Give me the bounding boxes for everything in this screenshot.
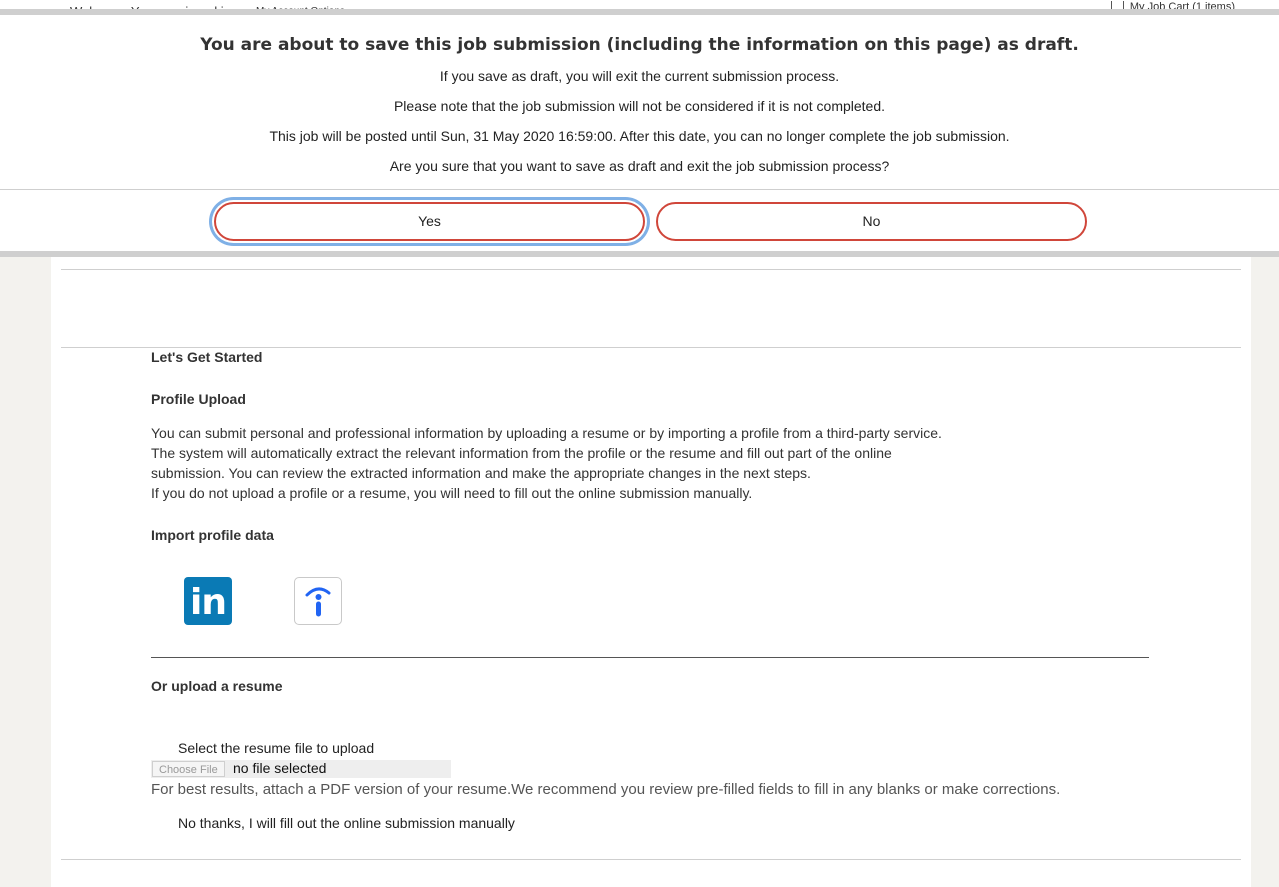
section-divider <box>151 657 1149 658</box>
indeed-logo-glyph <box>305 587 331 617</box>
resume-file-input[interactable]: Choose File no file selected <box>151 760 451 778</box>
choose-file-button[interactable]: Choose File <box>152 761 225 777</box>
file-status: no file selected <box>233 760 327 776</box>
description-line: You can submit personal and professional… <box>151 425 942 441</box>
save-draft-dialog: You are about to save this job submissio… <box>0 9 1279 257</box>
no-button[interactable]: No <box>656 202 1087 241</box>
profile-upload-heading: Profile Upload <box>151 391 246 407</box>
description-line: The system will automatically extract th… <box>151 445 892 461</box>
dialog-divider <box>0 189 1279 190</box>
description-line: If you do not upload a profile or a resu… <box>151 485 753 501</box>
dialog-line: This job will be posted until Sun, 31 Ma… <box>269 128 1010 144</box>
divider <box>61 859 1241 860</box>
resume-hint: For best results, attach a PDF version o… <box>151 781 1061 798</box>
upload-resume-heading: Or upload a resume <box>151 678 283 694</box>
dialog-heading: You are about to save this job submissio… <box>200 35 1079 55</box>
no-thanks-option[interactable]: No thanks, I will fill out the online su… <box>178 815 515 831</box>
description-line: submission. You can review the extracted… <box>151 465 811 481</box>
divider <box>61 269 1241 270</box>
dialog-line: Please note that the job submission will… <box>393 98 886 114</box>
select-file-label: Select the resume file to upload <box>178 740 375 756</box>
lets-get-started-heading: Let's Get Started <box>151 349 263 365</box>
dialog-line: Are you sure that you want to save as dr… <box>389 158 890 174</box>
profile-upload-description: You can submit personal and professional… <box>151 423 971 503</box>
indeed-icon[interactable] <box>294 577 342 625</box>
dialog-line: If you save as draft, you will exit the … <box>439 68 840 84</box>
yes-button[interactable]: Yes <box>214 202 645 241</box>
linkedin-icon[interactable]: in <box>184 577 232 625</box>
import-profile-heading: Import profile data <box>151 527 274 543</box>
divider <box>61 347 1241 348</box>
